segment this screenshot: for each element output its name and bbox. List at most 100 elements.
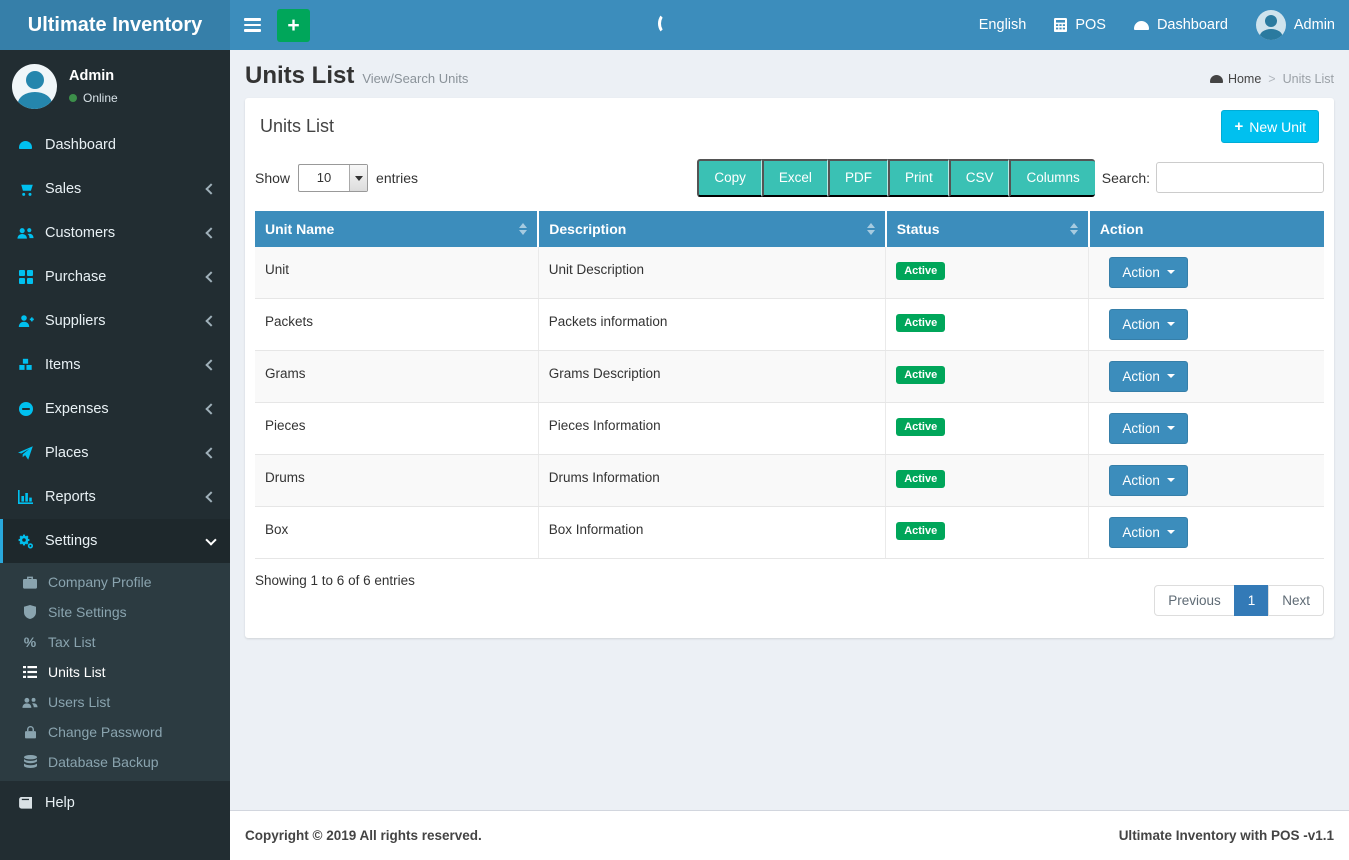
calculator-icon (1054, 18, 1067, 32)
table-row: Drums Drums Information Active Action (255, 454, 1324, 506)
breadcrumb-current: Units List (1283, 72, 1334, 86)
user-status[interactable]: Online (69, 91, 118, 105)
page-size-group: Show 10 entries (255, 164, 418, 192)
search-label: Search: (1102, 170, 1150, 186)
status-cell: Active (886, 402, 1089, 454)
sidebar-item-places[interactable]: Places (0, 431, 230, 475)
bar-chart-icon (16, 490, 35, 504)
column-header-action: Action (1089, 211, 1324, 247)
sidebar-item-settings[interactable]: Settings (0, 519, 230, 563)
nav-language[interactable]: English (965, 0, 1041, 50)
sidebar-item-units-list[interactable]: Units List (0, 657, 230, 687)
page-size-select[interactable]: 10 (298, 164, 368, 192)
chevron-left-icon (207, 229, 215, 237)
sidebar-item-site-settings[interactable]: Site Settings (0, 597, 230, 627)
column-header-unit-name[interactable]: Unit Name (255, 211, 538, 247)
unit-name-cell: Drums (255, 454, 538, 506)
table-row: Pieces Pieces Information Active Action (255, 402, 1324, 454)
plus-icon: + (1234, 118, 1243, 135)
breadcrumb-home[interactable]: Home (1210, 72, 1261, 86)
caret-down-icon (1167, 270, 1175, 278)
quick-add-button[interactable]: + (277, 9, 310, 42)
caret-down-icon (1167, 426, 1175, 434)
description-cell: Box Information (538, 506, 885, 558)
print-button[interactable]: Print (888, 159, 949, 197)
status-badge: Active (896, 262, 945, 280)
sidebar-item-customers[interactable]: Customers (0, 211, 230, 255)
select-arrow-icon (349, 165, 367, 191)
nav-dashboard[interactable]: Dashboard (1120, 0, 1242, 50)
sidebar-item-company-profile[interactable]: Company Profile (0, 567, 230, 597)
sidebar-item-dashboard[interactable]: Dashboard (0, 123, 230, 167)
sidebar-item-purchase[interactable]: Purchase (0, 255, 230, 299)
sidebar-item-sales[interactable]: Sales (0, 167, 230, 211)
column-header-status[interactable]: Status (886, 211, 1089, 247)
sidebar-item-tax-list[interactable]: % Tax List (0, 627, 230, 657)
pdf-button[interactable]: PDF (828, 159, 888, 197)
search-group: Search: (1102, 162, 1324, 193)
briefcase-icon (21, 576, 39, 589)
app-brand[interactable]: Ultimate Inventory (0, 0, 230, 50)
column-header-description[interactable]: Description (538, 211, 885, 247)
status-cell: Active (886, 350, 1089, 402)
action-cell: Action (1089, 247, 1324, 299)
brand-title: Ultimate Inventory (28, 14, 202, 37)
description-cell: Drums Information (538, 454, 885, 506)
csv-button[interactable]: CSV (949, 159, 1010, 197)
status-badge: Active (896, 366, 945, 384)
breadcrumb: Home > Units List (1210, 72, 1334, 86)
action-dropdown-button[interactable]: Action (1109, 361, 1188, 392)
paper-plane-icon (16, 446, 35, 460)
sidebar-item-help[interactable]: Help (0, 781, 230, 825)
sort-icon (867, 219, 875, 239)
sidebar-item-users-list[interactable]: Users List (0, 687, 230, 717)
home-icon (1210, 75, 1223, 83)
version-text: Ultimate Inventory with POS -v1.1 (1119, 828, 1334, 843)
pagination-previous[interactable]: Previous (1154, 585, 1235, 616)
copy-button[interactable]: Copy (697, 159, 762, 197)
action-dropdown-button[interactable]: Action (1109, 465, 1188, 496)
sidebar-item-expenses[interactable]: Expenses (0, 387, 230, 431)
sidebar-menu: Dashboard Sales Customers Purchase (0, 123, 230, 825)
status-badge: Active (896, 418, 945, 436)
search-input[interactable] (1156, 162, 1324, 193)
sidebar-item-change-password[interactable]: Change Password (0, 717, 230, 747)
action-dropdown-button[interactable]: Action (1109, 517, 1188, 548)
sidebar-item-database-backup[interactable]: Database Backup (0, 747, 230, 777)
tachometer-icon (16, 141, 35, 149)
nav-user-menu[interactable]: Admin (1242, 0, 1349, 50)
breadcrumb-separator: > (1268, 72, 1275, 86)
status-cell: Active (886, 298, 1089, 350)
nav-pos[interactable]: POS (1040, 0, 1120, 50)
pagination: Previous 1 Next (1154, 585, 1324, 616)
pagination-next[interactable]: Next (1268, 585, 1324, 616)
online-dot-icon (69, 94, 77, 102)
unit-name-cell: Box (255, 506, 538, 558)
sidebar-item-suppliers[interactable]: Suppliers (0, 299, 230, 343)
unit-name-cell: Grams (255, 350, 538, 402)
chevron-left-icon (207, 317, 215, 325)
main-footer: Copyright © 2019 All rights reserved. Ul… (230, 810, 1349, 860)
excel-button[interactable]: Excel (762, 159, 828, 197)
sidebar-toggle-icon[interactable] (230, 0, 274, 50)
page-subtitle: View/Search Units (362, 71, 468, 86)
top-navbar: + English POS Dashboard Admin (230, 0, 1349, 50)
sidebar: Admin Online Dashboard Sales Customers (0, 50, 230, 860)
export-buttons: Copy Excel PDF Print CSV Columns (697, 159, 1094, 197)
grid-icon (16, 270, 35, 284)
sidebar-item-reports[interactable]: Reports (0, 475, 230, 519)
pagination-page-1[interactable]: 1 (1234, 585, 1270, 616)
sidebar-item-items[interactable]: Items (0, 343, 230, 387)
action-dropdown-button[interactable]: Action (1109, 257, 1188, 288)
columns-button[interactable]: Columns (1009, 159, 1094, 197)
users-icon (21, 696, 39, 709)
action-dropdown-button[interactable]: Action (1109, 309, 1188, 340)
action-dropdown-button[interactable]: Action (1109, 413, 1188, 444)
cubes-icon (16, 358, 35, 372)
sort-icon (519, 219, 527, 239)
chevron-left-icon (207, 449, 215, 457)
copyright-text: Copyright © 2019 All rights reserved. (245, 828, 482, 843)
new-unit-button[interactable]: + New Unit (1221, 110, 1319, 143)
status-cell: Active (886, 506, 1089, 558)
status-badge: Active (896, 470, 945, 488)
